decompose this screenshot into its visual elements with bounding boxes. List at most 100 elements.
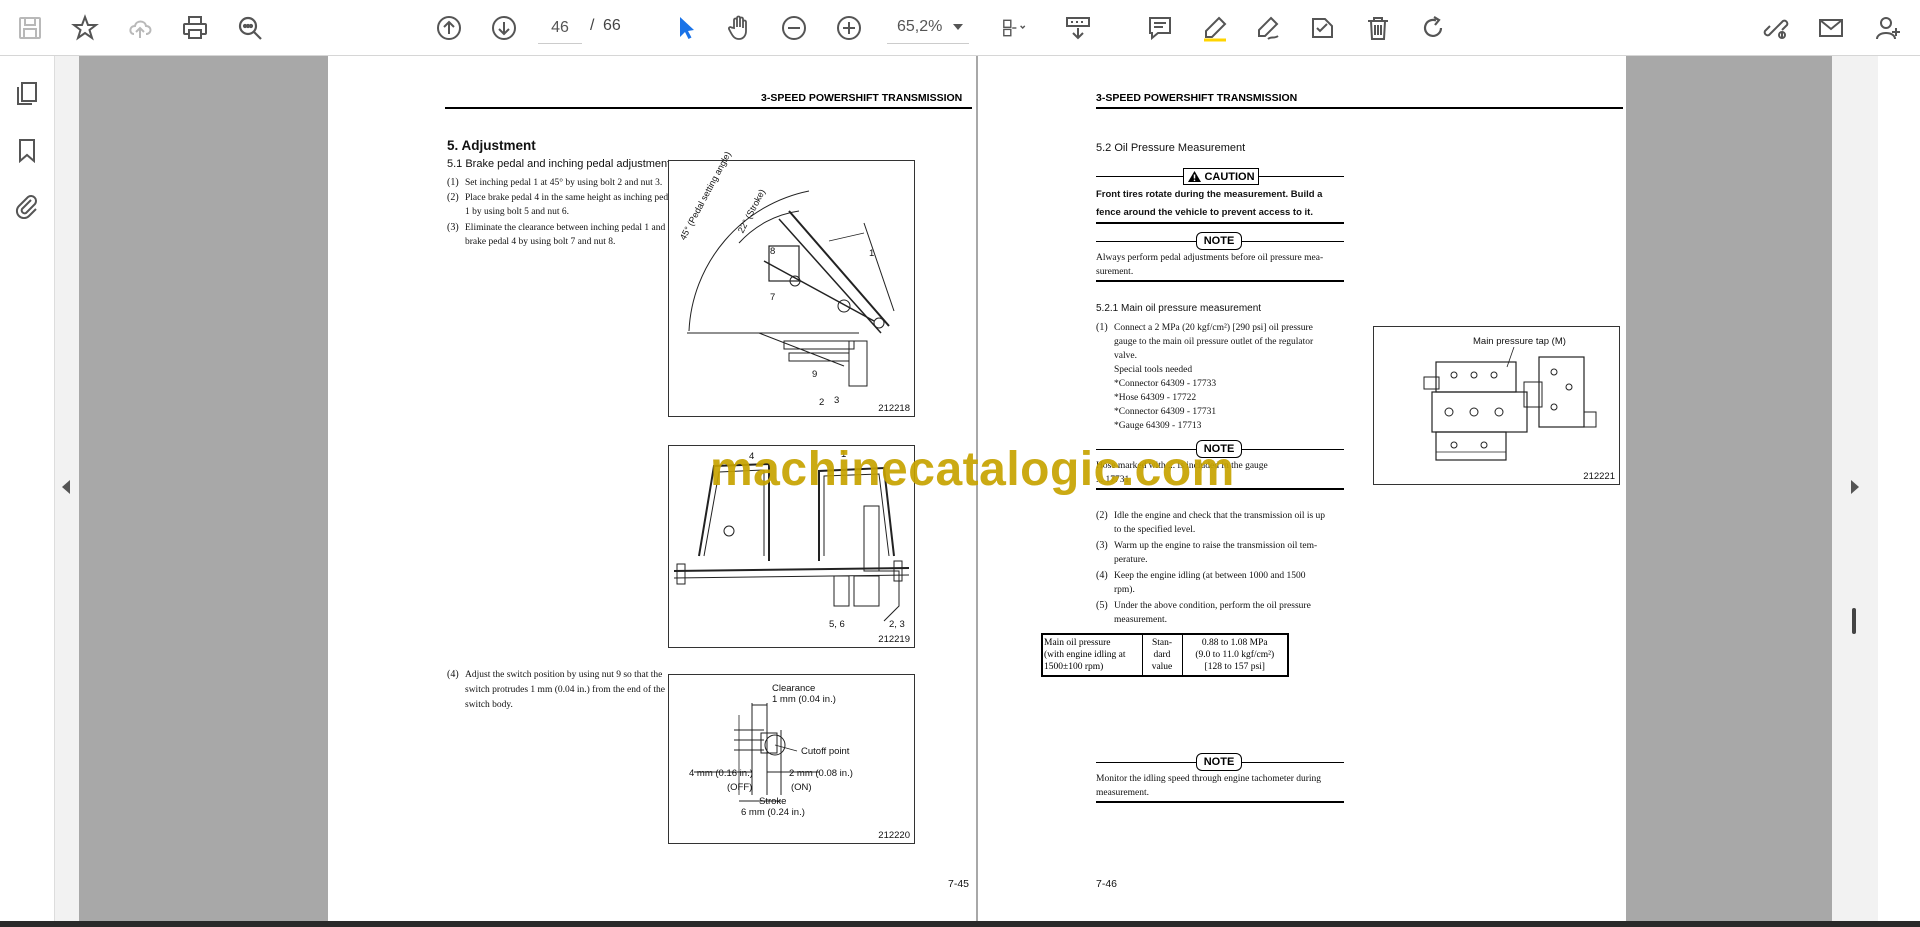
watermark-text: machinecatalogic.com [710,443,1235,496]
print-icon[interactable] [177,10,213,46]
collapse-left-icon[interactable] [62,480,70,494]
warning-triangle-icon [1188,171,1202,182]
bottom-taskbar-strip [0,921,1920,927]
note-badge: NOTE [1196,753,1242,771]
left-gutter[interactable] [55,56,79,921]
callout-number: 2, 3 [889,619,905,630]
step-text: rpm). [1114,585,1135,595]
right-gutter[interactable] [1832,56,1878,921]
figure-code: 212218 [878,403,910,414]
step-number: (2) [447,192,459,203]
page-thumbnails-icon[interactable] [10,76,44,110]
note-text: measurement. [1096,788,1150,798]
zoom-out-icon[interactable] [776,10,812,46]
callout-number: 9 [812,369,818,380]
select-cursor-icon[interactable] [668,10,704,46]
stroke-value: 6 mm (0.24 in.) [741,807,805,818]
rotate-redo-icon[interactable] [1415,10,1451,46]
collapse-right-icon[interactable] [1851,480,1859,494]
caution-text: Front tires rotate during the measuremen… [1096,189,1323,200]
stamp-tag-icon[interactable] [1304,10,1340,46]
zoom-in-icon[interactable] [831,10,867,46]
callout-number: 1 [869,248,875,259]
step-text: Place brake pedal 4 in the same height a… [465,193,675,203]
step-number: (3) [447,222,459,233]
zoom-level-select[interactable]: 65,2% [887,10,969,44]
attachment-icon[interactable] [10,189,44,223]
page-header: 3-SPEED POWERSHIFT TRANSMISSION [1096,92,1298,104]
figure-regulator-valve: Main pressure tap (M) 212221 [1373,326,1620,485]
step-text: Under the above condition, perform the o… [1114,601,1311,611]
zoom-level-value: 65,2% [897,17,943,35]
zoom-find-icon[interactable] [232,10,268,46]
step-text: switch body. [465,700,513,710]
bookmark-icon[interactable] [10,133,44,167]
header-rule [1096,107,1623,109]
figure-switch-clearance: Clearance 1 mm (0.04 in.) Cutoff point 4… [668,674,915,844]
callout-number: 8 [770,246,776,257]
note-bottom-rule [1096,801,1344,803]
cloud-upload-icon[interactable] [122,10,158,46]
page-number: 7-45 [948,878,970,890]
step-text: *Connector 64309 - 17733 [1114,379,1217,389]
caution-text: fence around the vehicle to prevent acce… [1096,207,1313,218]
step-number: (2) [1096,510,1108,521]
step-text: switch protrudes 1 mm (0.04 in.) from th… [465,685,665,695]
on-label: (ON) [791,782,812,793]
callout-number: 2 [819,397,825,408]
page-header: 3-SPEED POWERSHIFT TRANSMISSION [761,92,963,104]
page-layout-icon[interactable] [992,10,1038,46]
subsection-title: 5.1 Brake pedal and inching pedal adjust… [447,158,671,170]
step-text: *Connector 64309 - 17731 [1114,407,1217,417]
step-text: Connect a 2 MPa (20 kgf/cm²) [290 psi] o… [1114,323,1313,333]
highlight-pen-icon[interactable] [1197,10,1233,46]
section-title: 5. Adjustment [447,138,536,153]
note-text: surement. [1096,267,1134,277]
off-value: 4 mm (0.16 in.) [689,768,753,779]
subsection-title: 5.2 Oil Pressure Measurement [1096,142,1246,154]
email-icon[interactable] [1813,10,1849,46]
on-value: 2 mm (0.08 in.) [789,768,853,779]
scroll-mode-icon[interactable] [1060,10,1096,46]
prev-page-icon[interactable] [431,10,467,46]
clearance-value: 1 mm (0.04 in.) [772,694,836,705]
step-text: Eliminate the clearance between inching … [465,223,666,233]
draw-sign-icon[interactable] [1250,10,1286,46]
page-number-input[interactable] [538,12,582,44]
caution-badge: CAUTION [1183,168,1259,185]
figure-code: 212219 [878,634,910,645]
step-text: Adjust the switch position by using nut … [465,670,663,680]
figure-code: 212220 [878,830,910,841]
account-add-icon[interactable] [1870,10,1906,46]
note-badge: NOTE [1196,232,1242,250]
step-text: Idle the engine and check that the trans… [1114,511,1326,521]
figure-pedal-angle: 45° (Pedal setting angle) 22° (Stroke) 1… [668,150,915,417]
step-text: *Gauge 64309 - 17713 [1114,421,1202,431]
note-text: Monitor the idling speed through engine … [1096,774,1322,784]
note-bottom-rule [1096,280,1344,282]
step-text: Keep the engine idling (at between 1000 … [1114,571,1306,581]
delete-trash-icon[interactable] [1360,10,1396,46]
note-text: Always perform pedal adjustments before … [1096,253,1324,263]
scrollbar-thumb[interactable] [1852,608,1856,634]
next-page-icon[interactable] [486,10,522,46]
step-text: Special tools needed [1114,365,1193,375]
comment-icon[interactable] [1142,10,1178,46]
callout-number: 5, 6 [829,619,845,630]
step-text: measurement. [1114,615,1168,625]
bookmark-star-icon[interactable] [67,10,103,46]
step-text: Set inching pedal 1 at 45° by using bolt… [465,178,663,188]
step-text: brake pedal 4 by using bolt 7 and nut 8. [465,237,616,247]
step-text: perature. [1114,555,1148,565]
share-link-icon[interactable] [1758,10,1794,46]
step-number: (1) [1096,322,1108,333]
pdf-viewer-app: / 66 65,2% [0,0,1920,927]
callout-number: 7 [770,292,776,303]
step-number: (5) [1096,600,1108,611]
spec-standard-cell: Stan- dard value [1141,633,1183,677]
hand-tool-icon[interactable] [721,10,757,46]
step-text: 1 by using bolt 5 and nut 6. [465,207,569,217]
save-icon[interactable] [12,10,48,46]
step-text: Warm up the engine to raise the transmis… [1114,541,1318,551]
regulator-valve-drawing [1423,346,1597,461]
